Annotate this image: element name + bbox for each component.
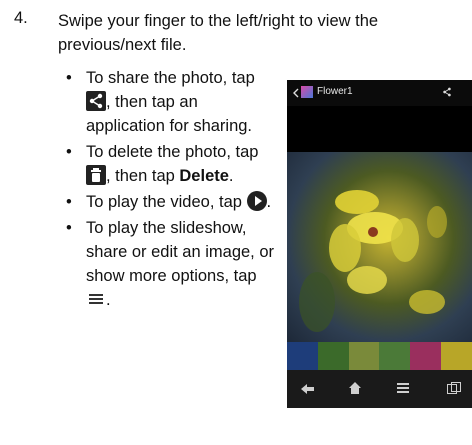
bullet-play: To play the video, tap .: [66, 190, 276, 214]
step-instruction: Swipe your finger to the left/right to v…: [58, 12, 379, 54]
back-arrow-icon[interactable]: [301, 383, 315, 395]
trash-icon: [86, 165, 106, 185]
thumbnail[interactable]: [441, 342, 472, 370]
phone-screenshot: Flower1: [287, 80, 472, 408]
gallery-app-icon: [301, 86, 313, 98]
navigation-bar: [287, 370, 472, 408]
menu-icon: [86, 289, 106, 309]
play-icon: [246, 191, 267, 211]
bullet-share: To share the photo, tap , then tap an ap…: [66, 66, 276, 138]
menu-icon[interactable]: [397, 383, 409, 393]
recent-apps-icon[interactable]: [447, 382, 461, 394]
back-chevron-icon: [293, 88, 299, 98]
orchid-image: [299, 190, 447, 332]
thumbnail-strip[interactable]: [287, 342, 472, 370]
home-icon[interactable]: [349, 382, 361, 394]
share-icon: [86, 91, 106, 111]
thumbnail[interactable]: [410, 342, 442, 370]
bullet-delete: To delete the photo, tap , then tap Dele…: [66, 140, 276, 188]
thumbnail[interactable]: [379, 342, 411, 370]
photo-title: Flower1: [317, 86, 353, 97]
bullet-list: To share the photo, tap , then tap an ap…: [66, 66, 276, 314]
thumbnail[interactable]: [348, 342, 380, 370]
thumbnail[interactable]: [317, 342, 349, 370]
flower-photo[interactable]: [287, 152, 472, 342]
thumbnail[interactable]: [287, 342, 318, 370]
gallery-header: Flower1: [287, 80, 472, 106]
bullet-menu: To play the slideshow, share or edit an …: [66, 216, 276, 312]
step-number: 4.: [14, 9, 28, 27]
share-icon[interactable]: [441, 86, 453, 98]
